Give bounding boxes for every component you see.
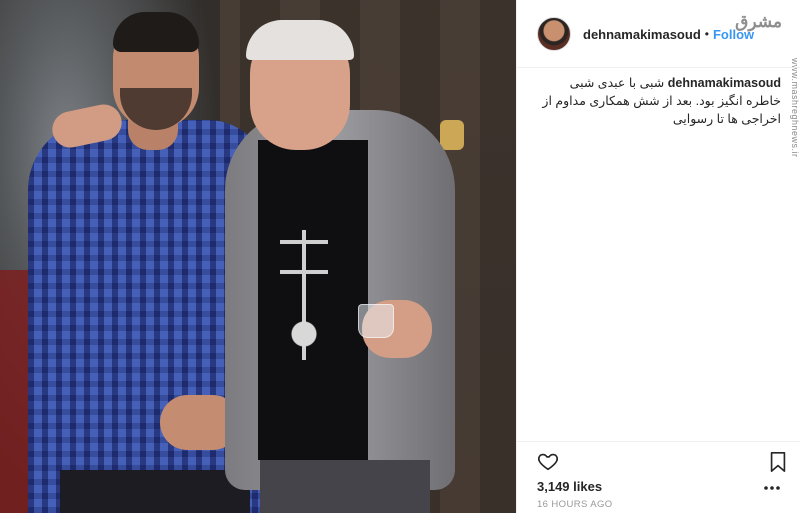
watermark-logo: مشرق [735,12,782,32]
post-photo[interactable] [0,0,516,513]
caption-username[interactable]: dehnamakimasoud [668,76,781,90]
bookmark-icon[interactable] [769,451,787,473]
likes-count[interactable]: 3,149 likes [537,479,602,494]
watermark-url: www.mashreghnews.ir [790,58,800,158]
avatar[interactable] [537,17,571,51]
post-header: dehnamakimasoud • Follow [517,0,800,68]
man-right-hair [246,20,354,60]
post-timestamp[interactable]: 16 HOURS AGO [537,499,613,510]
man-left-hair [113,12,199,52]
header-divider [517,67,800,68]
man-right-pants [260,460,430,513]
instagram-post: dehnamakimasoud • Follow مشرق www.mashre… [0,0,800,513]
header-separator: • [704,27,709,41]
post-caption: dehnamakimasoud شبی با عبدی شبی خاطره ان… [537,74,781,128]
plastic-cup [358,304,394,338]
background-lamp [440,120,464,150]
heart-icon[interactable] [537,450,559,472]
more-options-icon[interactable] [762,481,782,495]
man-right-shirt-design [280,230,328,360]
header-username[interactable]: dehnamakimasoud [583,27,701,42]
post-side-panel: dehnamakimasoud • Follow مشرق www.mashre… [516,0,800,513]
man-left-pants [60,470,250,513]
actions-divider [517,441,800,442]
